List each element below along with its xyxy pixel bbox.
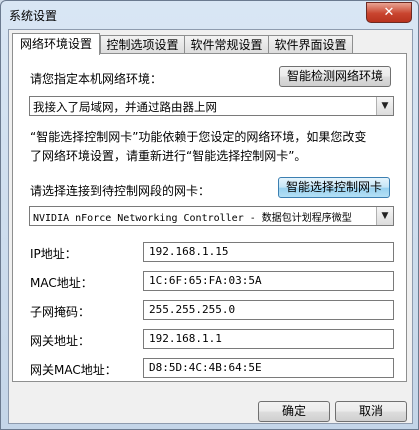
- window-title: 系统设置: [9, 9, 58, 23]
- mac-address-label: MAC地址：: [30, 276, 93, 290]
- dialog-client: 网络环境设置 控制选项设置 软件常规设置 软件界面设置 请您指定本机网络环境： …: [8, 29, 413, 424]
- chevron-down-icon[interactable]: ▼: [376, 207, 393, 225]
- nic-value: NVIDIA nForce Networking Controller - 数据…: [33, 213, 352, 224]
- detect-network-button[interactable]: 智能检测网络环境: [279, 66, 391, 87]
- title-bar[interactable]: 系统设置 ✕: [1, 1, 418, 29]
- subnet-mask-label: 子网掩码：: [30, 305, 91, 319]
- nic-label: 请选择连接到待控制网段的网卡：: [30, 184, 211, 198]
- network-settings-panel: 请您指定本机网络环境： 智能检测网络环境 我接入了局域网，并通过路由器上网 ▼ …: [12, 53, 407, 382]
- tab-general-settings[interactable]: 软件常规设置: [184, 35, 269, 54]
- smart-select-nic-button[interactable]: 智能选择控制网卡: [278, 177, 390, 198]
- nic-select[interactable]: NVIDIA nForce Networking Controller - 数据…: [29, 206, 394, 226]
- subnet-mask-field[interactable]: 255.255.255.0: [143, 300, 394, 320]
- ip-address-label: IP地址：: [30, 247, 77, 261]
- close-icon: ✕: [383, 5, 395, 20]
- gateway-address-label: 网关地址：: [30, 334, 91, 348]
- network-env-select[interactable]: 我接入了局域网，并通过路由器上网 ▼: [29, 96, 394, 116]
- close-button[interactable]: ✕: [366, 2, 412, 23]
- note-line-2: 了网络环境设置，请重新进行“智能选择控制网卡”。: [30, 149, 307, 163]
- cancel-button[interactable]: 取消: [335, 401, 407, 422]
- tab-interface-settings[interactable]: 软件界面设置: [268, 35, 353, 54]
- mac-address-field[interactable]: 1C:6F:65:FA:03:5A: [143, 271, 394, 291]
- chevron-down-icon[interactable]: ▼: [376, 97, 393, 115]
- settings-window: 系统设置 ✕ 网络环境设置 控制选项设置 软件常规设置 软件界面设置 请您指定本…: [0, 0, 419, 430]
- gateway-address-field[interactable]: 192.168.1.1: [143, 329, 394, 349]
- tab-control-options[interactable]: 控制选项设置: [100, 35, 185, 54]
- network-env-value: 我接入了局域网，并通过路由器上网: [33, 100, 217, 114]
- tab-network-settings[interactable]: 网络环境设置: [12, 33, 100, 55]
- ip-address-field[interactable]: 192.168.1.15: [143, 242, 394, 262]
- ok-button[interactable]: 确定: [258, 401, 330, 422]
- network-env-label: 请您指定本机网络环境：: [30, 72, 163, 86]
- note-line-1: “智能选择控制网卡”功能依赖于您设定的网络环境，如果您改变: [30, 130, 367, 144]
- gateway-mac-field[interactable]: D8:5D:4C:4B:64:5E: [143, 358, 394, 378]
- gateway-mac-label: 网关MAC地址：: [30, 363, 117, 377]
